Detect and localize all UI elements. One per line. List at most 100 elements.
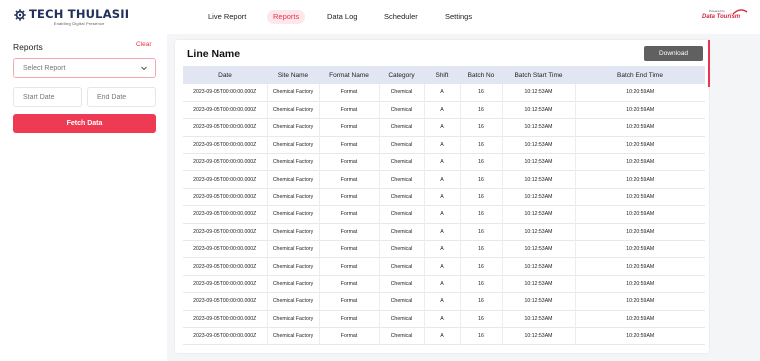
table-cell: 10:12:53AM	[502, 257, 576, 276]
end-date-input[interactable]	[87, 87, 156, 107]
column-header-batch-start-time[interactable]: Batch Start Time	[502, 66, 575, 84]
table-cell: 10:20:59AM	[626, 333, 655, 340]
table-cell: 10:20:59AM	[626, 211, 655, 218]
table-cell: Format	[319, 223, 380, 241]
table-cell: 10:20:59AM	[626, 298, 655, 305]
table-row[interactable]: 2023-09-05T00:00:00.000Z Chemical Factory…	[183, 275, 705, 293]
fetch-data-button[interactable]: Fetch Data	[13, 114, 156, 133]
table-row[interactable]: 2023-09-05T00:00:00.000Z Chemical Factory…	[183, 84, 705, 102]
table-cell: Chemical Factory	[267, 136, 320, 154]
table-cell: 10:20:59AM	[626, 280, 655, 287]
table-cell: 2023-09-05T00:00:00.000Z	[183, 240, 268, 258]
table-row[interactable]: 2023-09-05T00:00:00.000Z Chemical Factory…	[183, 136, 705, 154]
table-row[interactable]: 2023-09-05T00:00:00.000Z Chemical Factory…	[183, 327, 705, 345]
nav-settings[interactable]: Settings	[439, 10, 478, 24]
table-cell: Format	[319, 310, 380, 328]
select-report-dropdown[interactable]: Select Report	[13, 58, 156, 78]
table-cell: Format	[319, 327, 380, 345]
table-cell: Format	[319, 257, 380, 276]
table-cell: Format	[319, 240, 380, 258]
table-row[interactable]: 2023-09-05T00:00:00.000Z Chemical Factory…	[183, 188, 705, 206]
table-cell: 16	[460, 101, 503, 119]
scroll-indicator[interactable]	[708, 40, 710, 87]
table-cell: 2023-09-05T00:00:00.000Z	[183, 136, 268, 154]
line-name-title: Line Name	[187, 48, 241, 60]
table-row[interactable]: 2023-09-05T00:00:00.000Z Chemical Factory…	[183, 223, 705, 241]
table-row[interactable]: 2023-09-05T00:00:00.000Z Chemical Factory…	[183, 170, 705, 189]
table-cell: Chemical	[379, 223, 425, 241]
clear-link[interactable]: Clear	[136, 41, 152, 48]
table-cell: 10:12:53AM	[502, 188, 576, 206]
table-cell: 10:12:53AM	[502, 84, 576, 102]
table-cell: Chemical Factory	[267, 84, 320, 102]
table-cell: Chemical Factory	[267, 101, 320, 119]
table-cell: 2023-09-05T00:00:00.000Z	[183, 153, 268, 171]
table-cell: 10:12:53AM	[502, 292, 576, 311]
table-cell: 16	[460, 327, 503, 345]
nav-reports[interactable]: Reports	[267, 10, 306, 24]
table-cell: A	[424, 275, 461, 293]
download-button[interactable]: Download	[644, 46, 703, 61]
nav-scheduler[interactable]: Scheduler	[378, 10, 424, 24]
table-row[interactable]: 2023-09-05T00:00:00.000Z Chemical Factory…	[183, 310, 705, 328]
table-cell: 10:12:53AM	[502, 153, 576, 171]
table-cell: 10:20:59AM	[626, 124, 655, 131]
table-cell: Chemical	[379, 101, 425, 119]
table-cell: A	[424, 223, 461, 241]
table-row[interactable]: 2023-09-05T00:00:00.000Z Chemical Factory…	[183, 257, 705, 276]
table-cell: 2023-09-05T00:00:00.000Z	[183, 205, 268, 224]
table-cell: Chemical	[379, 188, 425, 206]
table-cell: Chemical	[379, 257, 425, 276]
table-cell: Format	[319, 170, 380, 189]
table-cell: Chemical	[379, 327, 425, 345]
nav-data-log[interactable]: Data Log	[321, 10, 363, 24]
top-header: TECH THULASII Enabling Digital Presence …	[0, 0, 760, 34]
table-cell: Chemical	[379, 136, 425, 154]
select-report-placeholder: Select Report	[23, 65, 66, 72]
table-cell: A	[424, 327, 461, 345]
table-cell: Format	[319, 136, 380, 154]
column-header-category[interactable]: Category	[379, 66, 424, 84]
table-cell: 10:12:53AM	[502, 101, 576, 119]
start-date-input[interactable]	[13, 87, 82, 107]
column-header-format-name[interactable]: Format Name	[319, 66, 379, 84]
column-header-batch-end-time[interactable]: Batch End Time	[575, 66, 705, 84]
sidebar: Reports Clear Select Report Fetch Data	[0, 34, 167, 361]
table-row[interactable]: 2023-09-05T00:00:00.000Z Chemical Factory…	[183, 292, 705, 311]
table-row[interactable]: 2023-09-05T00:00:00.000Z Chemical Factory…	[183, 240, 705, 258]
table-cell: Chemical Factory	[267, 257, 320, 276]
column-header-site-name[interactable]: Site Name	[267, 66, 319, 84]
table-cell: Chemical Factory	[267, 327, 320, 345]
table-row[interactable]: 2023-09-05T00:00:00.000Z Chemical Factory…	[183, 205, 705, 224]
table-cell: 10:20:59AM	[626, 228, 655, 235]
table-cell: Chemical	[379, 310, 425, 328]
table-row[interactable]: 2023-09-05T00:00:00.000Z Chemical Factory…	[183, 118, 705, 137]
table-cell: 10:20:59AM	[626, 89, 655, 96]
table-cell: A	[424, 153, 461, 171]
table-cell: 16	[460, 188, 503, 206]
table-cell: Chemical	[379, 275, 425, 293]
table-cell: 2023-09-05T00:00:00.000Z	[183, 275, 268, 293]
nav-live-report[interactable]: Live Report	[202, 10, 252, 24]
table-cell: A	[424, 118, 461, 137]
table-cell: 10:20:59AM	[626, 107, 655, 114]
main-nav: Live Report Reports Data Log Scheduler S…	[0, 10, 760, 24]
table-row[interactable]: 2023-09-05T00:00:00.000Z Chemical Factory…	[183, 153, 705, 171]
table-cell: Format	[319, 275, 380, 293]
table-cell: Chemical	[379, 292, 425, 311]
table-cell: 10:20:59AM	[626, 159, 655, 166]
table-cell: 10:12:53AM	[502, 118, 576, 137]
table-cell: 2023-09-05T00:00:00.000Z	[183, 188, 268, 206]
table-row[interactable]: 2023-09-05T00:00:00.000Z Chemical Factory…	[183, 101, 705, 119]
report-card: Line Name Download Date Site Name Format…	[175, 40, 709, 353]
column-header-date[interactable]: Date	[183, 66, 267, 84]
table-cell: 16	[460, 205, 503, 224]
column-header-shift[interactable]: Shift	[424, 66, 460, 84]
chevron-down-icon	[141, 66, 147, 71]
table-cell: 16	[460, 84, 503, 102]
table-cell: A	[424, 240, 461, 258]
table-cell: 2023-09-05T00:00:00.000Z	[183, 257, 268, 276]
table-cell: 10:12:53AM	[502, 275, 576, 293]
column-header-batch-no[interactable]: Batch No	[460, 66, 502, 84]
table-header-row: Date Site Name Format Name Category Shif…	[183, 66, 705, 84]
